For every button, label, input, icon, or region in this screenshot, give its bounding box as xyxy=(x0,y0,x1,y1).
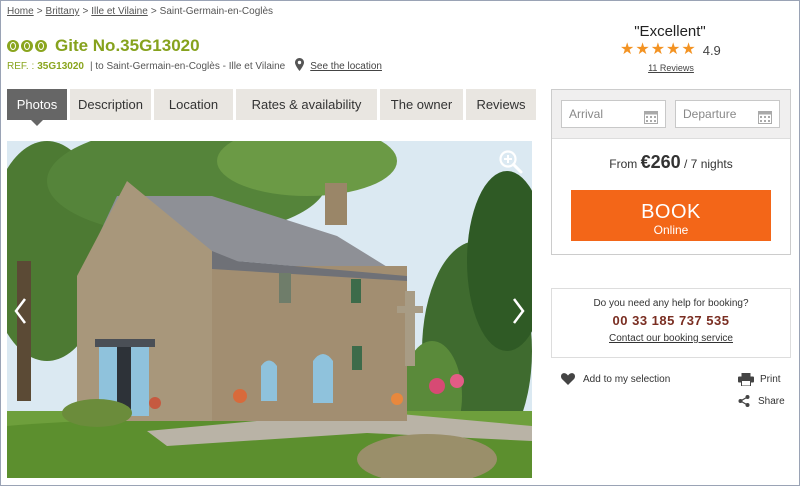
booking-panel: Arrival Departure From €260 / 7 nights B… xyxy=(551,89,791,255)
ref-label: REF. : xyxy=(7,60,35,72)
tab-photos[interactable]: Photos xyxy=(7,89,67,126)
add-to-selection-button[interactable]: Add to my selection xyxy=(561,373,670,385)
listing-title-row: Gite No.35G13020 xyxy=(7,35,200,57)
zoom-icon[interactable] xyxy=(498,149,524,175)
departure-date-field[interactable]: Departure xyxy=(675,100,780,128)
date-selector: Arrival Departure xyxy=(552,90,790,139)
share-icon xyxy=(738,395,750,407)
ref-location: | to Saint-Germain-en-Coglès - Ille et V… xyxy=(89,60,286,72)
next-photo-arrow-icon[interactable] xyxy=(508,291,528,331)
breadcrumb-current: Saint-Germain-en-Coglès xyxy=(159,6,274,17)
page-title: Gite No.35G13020 xyxy=(55,36,200,55)
price-amount: €260 xyxy=(640,152,681,172)
calendar-icon xyxy=(644,107,658,133)
rating-score: 4.9 xyxy=(702,42,721,58)
gite-photo[interactable] xyxy=(7,141,532,478)
help-phone-number[interactable]: 00 33 185 737 535 xyxy=(552,313,790,328)
rating-stars: ★ ★ ★ ★ ★ 4.9 xyxy=(620,42,721,58)
tab-description[interactable]: Description xyxy=(70,89,151,120)
wheat-ears-rating-icon xyxy=(7,40,47,52)
tab-rates-availability[interactable]: Rates & availability xyxy=(236,89,377,120)
star-icon: ★ xyxy=(666,41,681,58)
share-button[interactable]: Share xyxy=(738,395,785,407)
star-icon: ★ xyxy=(635,41,650,58)
star-icon: ★ xyxy=(620,41,635,58)
see-location-link[interactable]: See the location xyxy=(310,61,382,72)
star-icon: ★ xyxy=(650,41,666,58)
contact-booking-service-link[interactable]: Contact our booking service xyxy=(609,333,733,344)
price-from-label: From xyxy=(609,157,638,171)
ref-code: 35G13020 xyxy=(37,60,84,72)
print-button[interactable]: Print xyxy=(738,373,781,386)
printer-icon xyxy=(738,373,754,386)
help-question: Do you need any help for booking? xyxy=(593,298,749,309)
map-pin-icon xyxy=(295,58,305,74)
breadcrumb-ille-et-vilaine[interactable]: Ille et Vilaine xyxy=(91,6,148,17)
house-photo-illustration xyxy=(7,141,532,478)
price-period: / 7 nights xyxy=(684,157,733,171)
calendar-icon xyxy=(758,107,772,133)
reference-row: REF. : 35G13020 | to Saint-Germain-en-Co… xyxy=(7,58,382,74)
breadcrumb-brittany[interactable]: Brittany xyxy=(46,6,80,17)
booking-help-panel: Do you need any help for booking? 00 33 … xyxy=(551,288,791,358)
book-online-button[interactable]: BOOK Online xyxy=(571,190,771,241)
previous-photo-arrow-icon[interactable] xyxy=(11,291,31,331)
price-row: From €260 / 7 nights xyxy=(552,152,790,173)
reviews-count-link[interactable]: 11 Reviews xyxy=(560,63,782,73)
tab-the-owner[interactable]: The owner xyxy=(380,89,463,120)
tab-location[interactable]: Location xyxy=(154,89,233,120)
arrival-date-field[interactable]: Arrival xyxy=(561,100,666,128)
listing-tabs: Photos Description Location Rates & avai… xyxy=(7,89,539,126)
rating-label: "Excellent" xyxy=(634,23,706,40)
star-icon: ★ xyxy=(681,41,696,58)
breadcrumb-home[interactable]: Home xyxy=(7,6,34,17)
tab-reviews[interactable]: Reviews xyxy=(466,89,536,120)
breadcrumb: Home > Brittany > Ille et Vilaine > Saint-Germ… xyxy=(7,6,274,17)
heart-icon xyxy=(561,373,575,385)
